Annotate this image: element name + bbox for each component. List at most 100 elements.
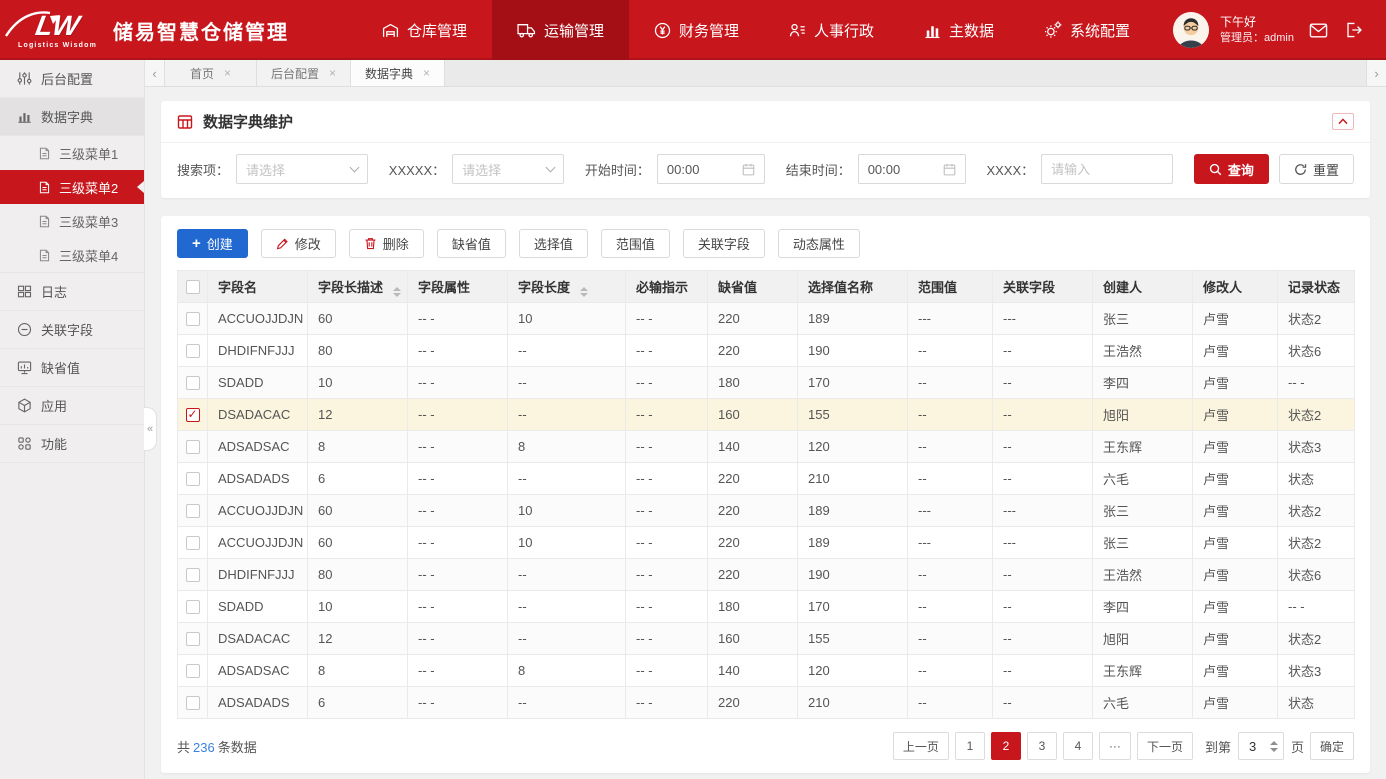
sidebar-item-backend-config[interactable]: 后台配置 — [0, 60, 144, 98]
tab-scroll-left[interactable]: ‹ — [145, 60, 165, 86]
column-header-length-desc[interactable]: 字段长描述 — [308, 271, 408, 303]
nav-item-system-config[interactable]: 系统配置 — [1019, 0, 1155, 60]
avatar[interactable] — [1173, 12, 1209, 48]
cell-select-name: 189 — [798, 495, 908, 527]
sort-icon[interactable] — [393, 287, 401, 297]
sidebar-item-submenu-4[interactable]: 三级菜单4 — [0, 238, 144, 272]
sidebar-item-submenu-1[interactable]: 三级菜单1 — [0, 136, 144, 170]
prev-page-button[interactable]: 上一页 — [893, 732, 949, 760]
next-page-button[interactable]: 下一页 — [1137, 732, 1193, 760]
pager: 上一页 1 2 3 4 ··· 下一页 到第 3 页 确定 — [887, 732, 1354, 760]
row-checkbox[interactable] — [186, 536, 200, 550]
tab-close-icon[interactable]: × — [329, 67, 336, 79]
row-checkbox[interactable] — [186, 664, 200, 678]
mail-icon[interactable] — [1305, 17, 1331, 43]
cell-modifier: 卢雪 — [1193, 623, 1278, 655]
cell-default: 220 — [708, 527, 798, 559]
sidebar-item-default-values[interactable]: 缺省值 — [0, 349, 144, 387]
row-checkbox[interactable] — [186, 408, 200, 422]
range-value-button[interactable]: 范围值 — [601, 229, 670, 258]
reset-button[interactable]: 重置 — [1279, 154, 1354, 184]
row-checkbox[interactable] — [186, 568, 200, 582]
tab-backend-config[interactable]: 后台配置 × — [257, 60, 351, 86]
table-row[interactable]: SDADD 10 -- - -- -- - 180 170 -- -- 李四 — [178, 367, 1355, 399]
row-checkbox[interactable] — [186, 632, 200, 646]
table-row[interactable]: ACCUOJJDJN 60 -- - 10 -- - 220 189 --- -… — [178, 527, 1355, 559]
row-checkbox[interactable] — [186, 472, 200, 486]
page-ellipsis-button[interactable]: ··· — [1099, 732, 1131, 760]
cell-modifier: 卢雪 — [1193, 687, 1278, 719]
table-row[interactable]: DSADACAC 12 -- - -- -- - 160 155 -- -- — [178, 623, 1355, 655]
dynamic-attr-button[interactable]: 动态属性 — [778, 229, 860, 258]
table-row[interactable]: ADSADSAC 8 -- - 8 -- - 140 120 -- -- 王 — [178, 431, 1355, 463]
sidebar-item-application[interactable]: 应用 — [0, 387, 144, 425]
start-time-input[interactable]: 00:00 — [657, 154, 765, 184]
row-checkbox[interactable] — [186, 312, 200, 326]
select-all-checkbox[interactable] — [186, 280, 200, 294]
nav-item-transport[interactable]: 运输管理 — [492, 0, 629, 60]
sidebar-item-submenu-3[interactable]: 三级菜单3 — [0, 204, 144, 238]
sidebar-item-related-fields[interactable]: 关联字段 — [0, 311, 144, 349]
top-nav: 仓库管理 运输管理 财务管理 人事行政 主数据 — [357, 0, 1155, 60]
select-value-button[interactable]: 选择值 — [519, 229, 588, 258]
column-header-select-name: 选择值名称 — [798, 271, 908, 303]
table-row[interactable]: ACCUOJJDJN 60 -- - 10 -- - 220 189 --- -… — [178, 303, 1355, 335]
tab-home[interactable]: 首页 × — [165, 60, 257, 86]
tab-scroll-right[interactable]: › — [1366, 60, 1386, 86]
tab-data-dictionary[interactable]: 数据字典 × — [351, 60, 445, 86]
create-button[interactable]: + 创建 — [177, 229, 248, 258]
table-row[interactable]: ADSADADS 6 -- - -- -- - 220 210 -- -- — [178, 687, 1355, 719]
column-header-field-length[interactable]: 字段长度 — [508, 271, 626, 303]
cell-creator: 张三 — [1093, 527, 1193, 559]
table-row[interactable]: ACCUOJJDJN 60 -- - 10 -- - 220 189 --- -… — [178, 495, 1355, 527]
tab-close-icon[interactable]: × — [423, 67, 430, 79]
cell-range: -- — [908, 367, 993, 399]
panel-collapse-button[interactable] — [1332, 113, 1354, 130]
delete-button[interactable]: 删除 — [349, 229, 424, 258]
xxxxx-select[interactable]: 请选择 — [452, 154, 564, 184]
related-field-button[interactable]: 关联字段 — [683, 229, 765, 258]
sidebar-item-functions[interactable]: 功能 — [0, 425, 144, 463]
sort-icon[interactable] — [580, 287, 588, 297]
table-row[interactable]: SDADD 10 -- - -- -- - 180 170 -- -- 李四 — [178, 591, 1355, 623]
row-checkbox[interactable] — [186, 344, 200, 358]
table-row[interactable]: ADSADSAC 8 -- - 8 -- - 140 120 -- -- 王 — [178, 655, 1355, 687]
sidebar-item-submenu-2[interactable]: 三级菜单2 — [0, 170, 144, 204]
default-value-button[interactable]: 缺省值 — [437, 229, 506, 258]
page-button-2[interactable]: 2 — [991, 732, 1021, 760]
cell-field-name: ADSADSAC — [208, 655, 308, 687]
table-row[interactable]: ADSADADS 6 -- - -- -- - 220 210 -- -- — [178, 463, 1355, 495]
row-checkbox[interactable] — [186, 504, 200, 518]
stepper-arrows-icon[interactable] — [1270, 741, 1278, 752]
goto-page-stepper[interactable]: 3 — [1238, 732, 1284, 760]
nav-item-hr[interactable]: 人事行政 — [764, 0, 899, 60]
tab-close-icon[interactable]: × — [224, 67, 231, 79]
table-row[interactable]: DHDIFNFJJJ 80 -- - -- -- - 220 190 -- -- — [178, 559, 1355, 591]
row-checkbox[interactable] — [186, 600, 200, 614]
page-button-4[interactable]: 4 — [1063, 732, 1093, 760]
end-time-input[interactable]: 00:00 — [858, 154, 966, 184]
search-item-select[interactable]: 请选择 — [236, 154, 368, 184]
query-button[interactable]: 查询 — [1194, 154, 1269, 184]
logout-icon[interactable] — [1342, 17, 1368, 43]
page-button-3[interactable]: 3 — [1027, 732, 1057, 760]
table-row[interactable]: DSADACAC 12 -- - -- -- - 160 155 -- -- — [178, 399, 1355, 431]
sidebar-collapse-handle[interactable]: « — [144, 407, 157, 451]
row-checkbox[interactable] — [186, 376, 200, 390]
nav-item-warehouse[interactable]: 仓库管理 — [357, 0, 492, 60]
page-button-1[interactable]: 1 — [955, 732, 985, 760]
row-checkbox[interactable] — [186, 696, 200, 710]
sidebar-item-data-dictionary[interactable]: 数据字典 — [0, 98, 144, 136]
sidebar-item-logs[interactable]: 日志 — [0, 273, 144, 311]
cell-default: 220 — [708, 687, 798, 719]
nav-item-master-data[interactable]: 主数据 — [899, 0, 1019, 60]
cell-field-length: -- — [508, 367, 626, 399]
edit-button[interactable]: 修改 — [261, 229, 336, 258]
nav-item-finance[interactable]: 财务管理 — [629, 0, 764, 60]
row-checkbox[interactable] — [186, 440, 200, 454]
cell-modifier: 卢雪 — [1193, 399, 1278, 431]
xxxx-input[interactable] — [1051, 162, 1163, 177]
table-row[interactable]: DHDIFNFJJJ 80 -- - -- -- - 220 190 -- -- — [178, 335, 1355, 367]
cell-required: -- - — [626, 655, 708, 687]
confirm-button[interactable]: 确定 — [1310, 732, 1354, 760]
